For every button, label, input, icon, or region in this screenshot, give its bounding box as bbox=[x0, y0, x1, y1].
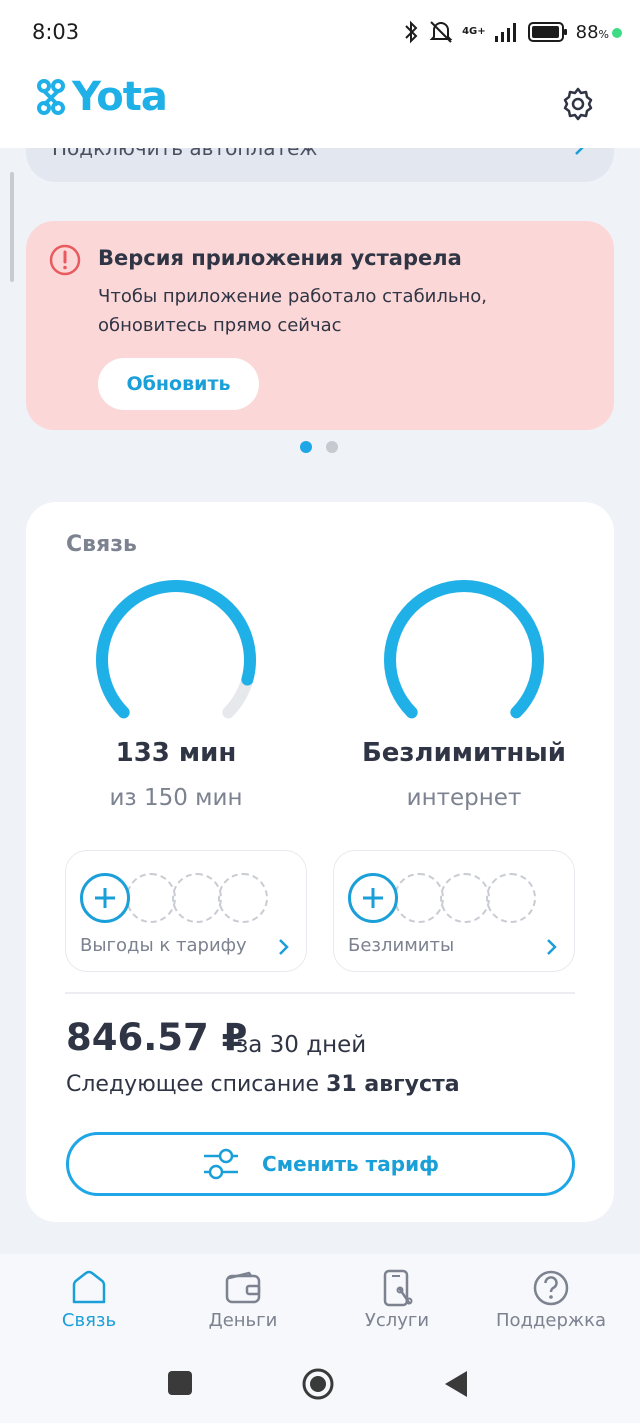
help-icon bbox=[533, 1270, 569, 1306]
next-charge-date: 31 августа bbox=[326, 1072, 460, 1097]
update-alert-card: Версия приложения устарела Чтобы приложе… bbox=[26, 221, 614, 430]
chevron-right-icon bbox=[547, 939, 557, 955]
settings-button[interactable] bbox=[554, 80, 602, 128]
battery-percent: 88% bbox=[576, 22, 622, 43]
recents-button[interactable] bbox=[167, 1370, 193, 1396]
battery-value: 88 bbox=[575, 21, 599, 43]
chevron-right-icon bbox=[279, 939, 289, 955]
tariff-period: за 30 дней bbox=[236, 1032, 367, 1058]
nav-label: Услуги bbox=[364, 1310, 430, 1331]
tariff-price: 846.57 ₽ bbox=[66, 1016, 248, 1059]
services-icon bbox=[383, 1269, 413, 1307]
unlimited-box[interactable]: Безлимиты bbox=[333, 850, 575, 972]
nav-item-money[interactable]: Деньги bbox=[166, 1254, 320, 1352]
status-icons: 4G+ 88% bbox=[402, 18, 622, 46]
empty-slot bbox=[218, 873, 268, 923]
empty-slot bbox=[172, 873, 222, 923]
gear-icon bbox=[563, 87, 593, 121]
home-icon bbox=[72, 1270, 106, 1304]
tariff-benefits-box[interactable]: Выгоды к тарифу bbox=[65, 850, 307, 972]
addon-label: Выгоды к тарифу bbox=[80, 935, 247, 956]
pager-dot[interactable] bbox=[326, 441, 338, 453]
pager-dot-active[interactable] bbox=[300, 441, 312, 453]
nav-item-connection[interactable]: Связь bbox=[12, 1254, 166, 1352]
addon-label: Безлимиты bbox=[348, 935, 455, 956]
mute-bell-icon bbox=[429, 21, 453, 43]
warning-icon bbox=[49, 244, 81, 276]
logo-text: Yota bbox=[72, 74, 168, 120]
nav-label: Связь bbox=[61, 1310, 117, 1331]
back-button[interactable] bbox=[443, 1369, 469, 1399]
sliders-icon bbox=[204, 1148, 239, 1180]
internet-gauge[interactable] bbox=[374, 580, 554, 730]
bluetooth-icon bbox=[405, 20, 418, 44]
gauge-fill bbox=[96, 580, 256, 719]
wallet-icon bbox=[225, 1271, 261, 1304]
empty-slot bbox=[440, 873, 490, 923]
home-button[interactable] bbox=[301, 1367, 335, 1401]
yota-logo: Yota bbox=[36, 74, 168, 120]
alert-text: Чтобы приложение работало стабильно, обн… bbox=[98, 286, 487, 336]
status-bar: 8:03 4G+ 88% bbox=[0, 0, 640, 66]
battery-unit: % bbox=[598, 27, 609, 41]
add-icon[interactable] bbox=[348, 873, 398, 923]
privacy-dot bbox=[612, 27, 622, 38]
internet-value: Безлимитный bbox=[361, 738, 567, 768]
battery-icon bbox=[527, 22, 567, 42]
network-type: 4G+ bbox=[462, 26, 486, 37]
alert-title: Версия приложения устарела bbox=[98, 246, 462, 270]
internet-label: интернет bbox=[406, 785, 522, 811]
signal-icon bbox=[494, 23, 516, 42]
connection-card: Связь 133 мин из 150 мин Безлимитный инт… bbox=[26, 502, 614, 1222]
yota-logo-icon bbox=[37, 79, 65, 115]
next-charge: Следующее списание 31 августа bbox=[66, 1072, 460, 1097]
section-title: Связь bbox=[66, 532, 137, 557]
empty-slot bbox=[394, 873, 444, 923]
nav-item-services[interactable]: Услуги bbox=[320, 1254, 474, 1352]
bottom-nav: Связь Деньги Услуги Поддержка bbox=[0, 1254, 640, 1352]
gauge-fill bbox=[384, 580, 544, 719]
nav-label: Поддержка bbox=[495, 1310, 607, 1331]
carousel-pager bbox=[300, 441, 338, 453]
change-tariff-label: Сменить тариф bbox=[262, 1152, 439, 1176]
update-button[interactable]: Обновить bbox=[98, 358, 259, 410]
app-header: Yota bbox=[0, 66, 640, 148]
empty-slot bbox=[126, 873, 176, 923]
scroll-indicator[interactable] bbox=[10, 172, 14, 282]
next-charge-label: Следующее списание bbox=[66, 1072, 320, 1097]
minutes-total: из 150 мин bbox=[109, 785, 243, 811]
empty-slot bbox=[486, 873, 536, 923]
minutes-value: 133 мин bbox=[115, 738, 237, 768]
nav-label: Деньги bbox=[208, 1310, 278, 1331]
system-nav-bar bbox=[0, 1352, 640, 1423]
minutes-gauge[interactable] bbox=[86, 580, 266, 730]
status-time: 8:03 bbox=[32, 20, 80, 44]
change-tariff-button[interactable]: Сменить тариф bbox=[66, 1132, 575, 1196]
divider bbox=[65, 992, 575, 994]
nav-item-support[interactable]: Поддержка bbox=[474, 1254, 628, 1352]
add-icon[interactable] bbox=[80, 873, 130, 923]
